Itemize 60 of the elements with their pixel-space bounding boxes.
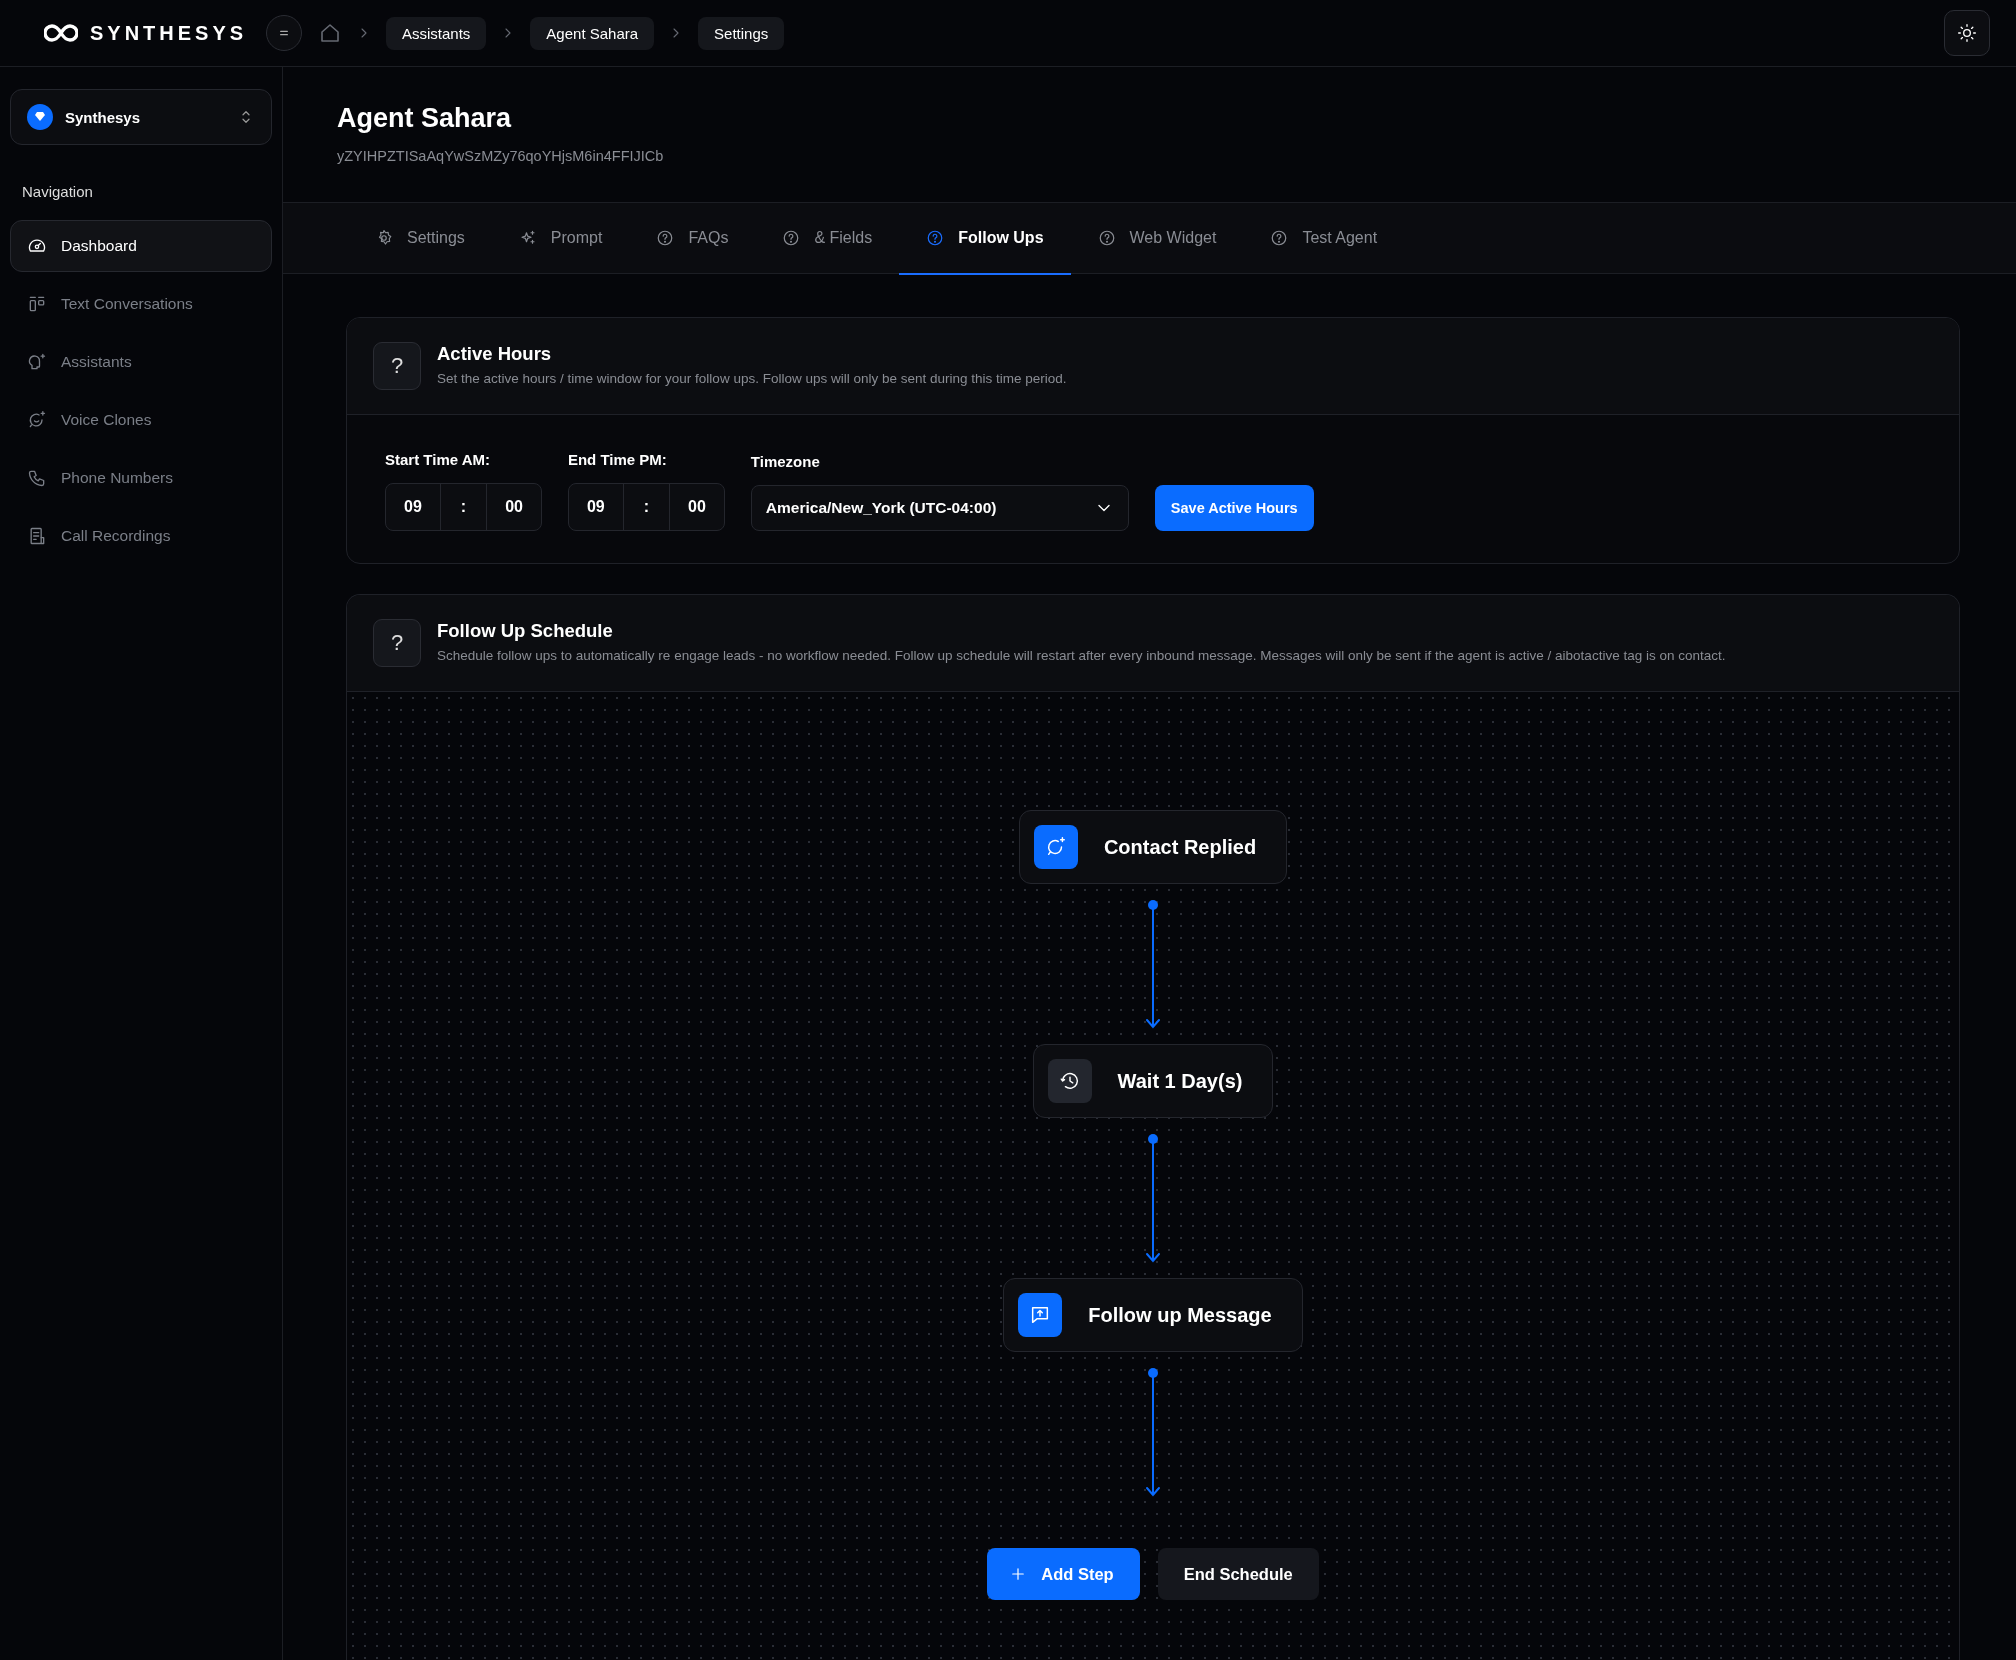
sun-icon — [1957, 23, 1977, 43]
help-badge: ? — [373, 619, 421, 667]
chat-sparkle-icon — [27, 410, 47, 430]
section-description: Schedule follow ups to automatically re engage leads - no workflow needed. Follow up schedule will restart after every inbound message. Messages will only be sent if the agent is active / aibotactive tag is on contact. — [437, 648, 1726, 663]
clock-arrow-icon — [1058, 1070, 1081, 1092]
sidebar-item[interactable]: Assistants — [10, 336, 272, 388]
sidebar-item[interactable]: Dashboard — [10, 220, 272, 272]
time-separator: : — [439, 484, 488, 530]
help-circle-icon — [656, 229, 675, 247]
tab[interactable]: Follow Ups — [899, 203, 1071, 275]
tab[interactable]: Settings — [348, 203, 492, 275]
tab[interactable]: & Fields — [755, 203, 900, 275]
agent-id: yZYIHPZTISaAqYwSzMZy76qoYHjsM6in4FFIJICb — [337, 148, 665, 164]
breadcrumb-link[interactable]: Agent Sahara — [530, 16, 655, 50]
help-circle-icon — [1097, 229, 1116, 247]
sidebar-item[interactable]: Text Conversations — [10, 278, 272, 330]
section-description: Set the active hours / time window for your follow ups. Follow ups will only be sent during this time period. — [437, 371, 1067, 386]
end-schedule-button[interactable]: End Schedule — [1157, 1548, 1319, 1600]
sidebar-item[interactable]: Call Recordings — [10, 510, 272, 562]
time-input[interactable]: 09 : 00 — [385, 483, 542, 531]
tab[interactable]: Test Agent — [1243, 203, 1405, 275]
time-input[interactable]: 09 : 00 — [567, 483, 725, 531]
minutes-value: 00 — [687, 497, 707, 517]
section-title: Active Hours — [437, 343, 553, 365]
flow-step-node[interactable]: Follow up Message — [1003, 1278, 1303, 1352]
section-title: Follow Up Schedule — [437, 620, 614, 642]
help-circle-icon — [926, 229, 945, 247]
brand-name: SYNTHESYS — [90, 21, 248, 45]
breadcrumb-link[interactable]: Assistants — [386, 16, 487, 50]
sparkle-icon — [518, 229, 537, 247]
tab[interactable]: Web Widget — [1070, 203, 1244, 275]
field-label: Timezone — [750, 453, 821, 470]
help-badge: ? — [373, 342, 421, 390]
hours-value: 09 — [403, 497, 423, 517]
agent-name: Agent Sahara — [337, 103, 513, 134]
sidebar-item[interactable]: Voice Clones — [10, 394, 272, 446]
time-separator: : — [622, 484, 671, 530]
field-label: Start Time AM: — [385, 451, 491, 468]
tab[interactable]: Prompt — [491, 203, 630, 275]
sidebar-item[interactable]: Phone Numbers — [10, 452, 272, 504]
help-circle-icon — [782, 229, 801, 247]
flow-step-node[interactable]: Contact Replied — [1018, 810, 1288, 884]
theme-toggle-button[interactable] — [1944, 10, 1990, 56]
field-label: End Time PM: — [567, 451, 668, 468]
minutes-value: 00 — [504, 497, 524, 517]
breadcrumb-link[interactable]: Settings — [698, 16, 785, 50]
infinity-logo-icon — [44, 23, 78, 43]
workspace-selector[interactable]: Synthesys — [10, 89, 272, 145]
columns-icon — [27, 294, 47, 314]
flow-step-node[interactable]: Wait 1 Day(s) — [1032, 1044, 1274, 1118]
hours-value: 09 — [585, 497, 606, 517]
save-active-hours-button[interactable]: Save Active Hours — [1154, 485, 1314, 531]
head-sparkle-icon — [27, 352, 47, 372]
help-circle-icon — [1270, 229, 1289, 247]
nav-heading: Navigation — [22, 183, 94, 200]
add-step-button[interactable]: Add Step — [987, 1548, 1140, 1600]
home-icon — [318, 21, 342, 45]
tab[interactable]: FAQs — [629, 203, 756, 275]
phone-icon — [27, 468, 47, 488]
timezone-dropdown[interactable]: America/New_York (UTC-04:00) — [750, 485, 1129, 531]
